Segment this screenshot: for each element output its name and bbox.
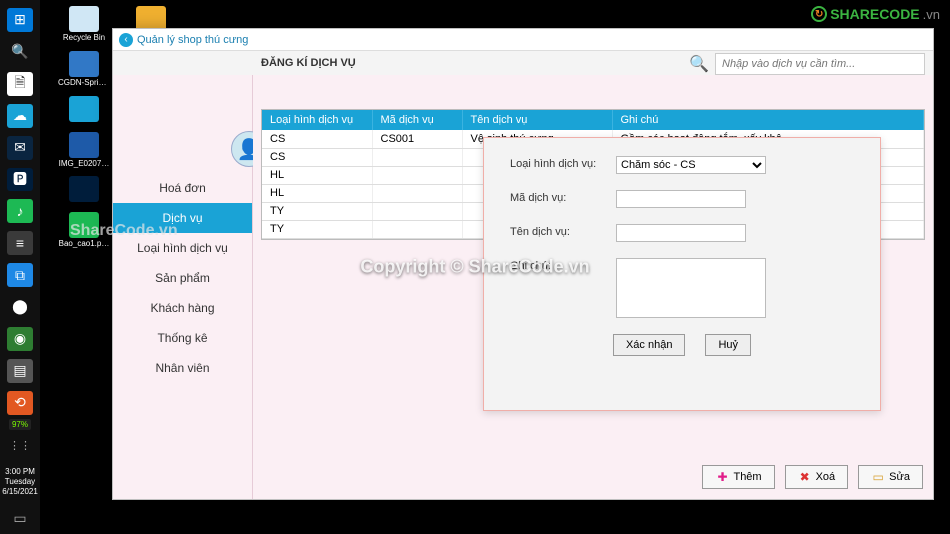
table-cell: CS (262, 148, 372, 166)
taskbar-app[interactable]: 🅿 (7, 168, 33, 192)
add-service-dialog: Loại hình dịch vụ: Chăm sóc - CS Mã dịch… (483, 137, 881, 411)
form-select-type[interactable]: Chăm sóc - CS (616, 156, 766, 174)
search-icon[interactable]: 🔍 (689, 54, 709, 74)
form-input-name[interactable] (616, 224, 746, 242)
table-cell (372, 202, 462, 220)
sidebar-item-dichvu[interactable]: Dịch vụ (113, 203, 252, 233)
desktop-icon[interactable]: CGDN-Sprin… (58, 51, 110, 88)
cancel-button[interactable]: Huỷ (705, 334, 751, 356)
table-cell: CS001 (372, 130, 462, 148)
form-label-note: Ghi chú: (510, 258, 616, 272)
taskbar-app[interactable]: ☁ (7, 104, 33, 128)
os-taskbar: ⊞ 🔍 🗎 ☁ ✉ 🅿 ♪ ≡ ⧉ ⬤ ◉ ▤ ⟲ 97% ⋮⋮ 3:00 PM… (0, 0, 40, 534)
edit-button[interactable]: ▭Sửa (858, 465, 923, 489)
battery-indicator: 97% (9, 419, 31, 430)
form-label-type: Loại hình dịch vụ: (510, 156, 616, 170)
sidebar-menu: Hoá đơn Dịch vụ Loại hình dịch vụ Sản ph… (113, 173, 252, 383)
window-title: Quản lý shop thú cưng (137, 34, 248, 46)
table-cell: HL (262, 166, 372, 184)
table-cell (372, 220, 462, 238)
wifi-icon[interactable]: ⋮⋮ (7, 434, 33, 458)
delete-button[interactable]: ✖Xoá (785, 465, 849, 489)
form-input-code[interactable] (616, 190, 746, 208)
taskbar-notifications-icon[interactable]: ▭ (7, 506, 33, 530)
taskbar-app[interactable]: ⬤ (7, 295, 33, 319)
table-cell: TY (262, 202, 372, 220)
taskbar-app[interactable]: ✉ (7, 136, 33, 160)
sidebar-item-hoadon[interactable]: Hoá đơn (113, 173, 252, 203)
x-icon: ✖ (798, 470, 812, 484)
taskbar-app[interactable]: ≡ (7, 231, 33, 255)
table-cell (372, 148, 462, 166)
taskbar-search-icon[interactable]: 🔍 (7, 40, 33, 64)
desktop-icons: Recycle Bin CGDN-Sprin… IMG_E0207… Bao_c… (58, 6, 118, 257)
form-label-code: Mã dịch vụ: (510, 190, 616, 204)
form-textarea-note[interactable] (616, 258, 766, 318)
col-type[interactable]: Loại hình dịch vụ (262, 110, 372, 130)
watermark-logo: ↻SHARECODE.vn (811, 6, 940, 22)
sidebar-item-thongke[interactable]: Thống kê (113, 323, 252, 353)
desktop-icon[interactable]: Bao_cao1.p… (58, 212, 110, 249)
taskbar-app[interactable]: ⧉ (7, 263, 33, 287)
start-button[interactable]: ⊞ (7, 8, 33, 32)
sidebar-item-nhanvien[interactable]: Nhân viên (113, 353, 252, 383)
col-name[interactable]: Tên dịch vụ (462, 110, 612, 130)
search-wrap: 🔍 (689, 53, 925, 75)
table-cell (372, 184, 462, 202)
sidebar-item-khachhang[interactable]: Khách hàng (113, 293, 252, 323)
window-titlebar: ‹ Quản lý shop thú cưng (113, 29, 933, 51)
back-icon[interactable]: ‹ (119, 33, 133, 47)
desktop-icon[interactable] (58, 176, 110, 204)
desktop-icon[interactable] (58, 96, 110, 124)
main-content: 🔍 Loại hình dịch vụ Mã dịch vụ Tên dịch … (253, 75, 933, 499)
taskbar-app[interactable]: ▤ (7, 359, 33, 383)
taskbar-app[interactable]: ♪ (7, 199, 33, 223)
taskbar-app[interactable]: ⟲ (7, 391, 33, 415)
col-note[interactable]: Ghi chú (612, 110, 924, 130)
desktop-icon-recycle-bin[interactable]: Recycle Bin (58, 6, 110, 43)
sidebar-item-sanpham[interactable]: Sản phẩm (113, 263, 252, 293)
search-input[interactable] (715, 53, 925, 75)
desktop-icon[interactable]: IMG_E0207… (58, 132, 110, 169)
col-code[interactable]: Mã dịch vụ (372, 110, 462, 130)
table-cell (372, 166, 462, 184)
form-label-name: Tên dịch vụ: (510, 224, 616, 238)
app-window: ‹ Quản lý shop thú cưng ĐĂNG KÍ DỊCH VỤ … (112, 28, 934, 500)
confirm-button[interactable]: Xác nhận (613, 334, 685, 356)
edit-icon: ▭ (871, 470, 885, 484)
table-cell: TY (262, 220, 372, 238)
table-cell: CS (262, 130, 372, 148)
taskbar-app[interactable]: ◉ (7, 327, 33, 351)
add-button[interactable]: ✚Thêm (702, 465, 774, 489)
sidebar-item-loaihinh[interactable]: Loại hình dịch vụ (113, 233, 252, 263)
taskbar-clock: 3:00 PM Tuesday 6/15/2021 (2, 467, 38, 496)
taskbar-app[interactable]: 🗎 (7, 72, 33, 96)
sidebar: Hoá đơn Dịch vụ Loại hình dịch vụ Sản ph… (113, 75, 253, 499)
action-bar: ✚Thêm ✖Xoá ▭Sửa (702, 465, 923, 489)
page-title: ĐĂNG KÍ DỊCH VỤ (261, 57, 356, 69)
table-cell: HL (262, 184, 372, 202)
plus-icon: ✚ (715, 470, 729, 484)
